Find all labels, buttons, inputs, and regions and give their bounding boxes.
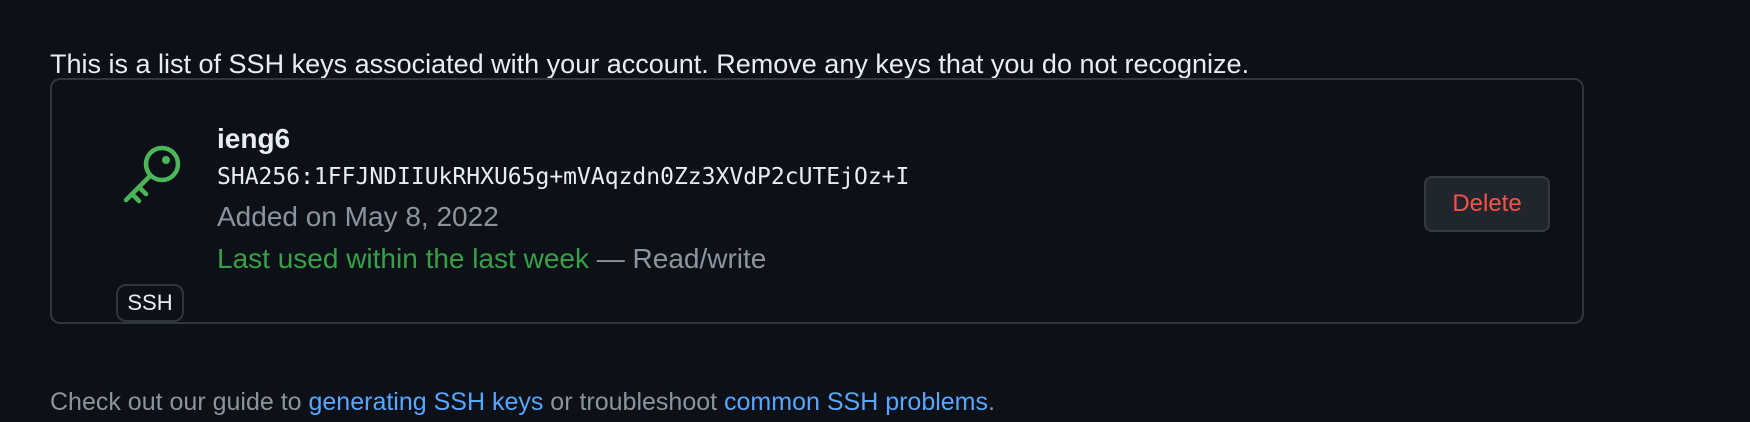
key-icon-group: SSH [116, 142, 188, 322]
generating-ssh-keys-link[interactable]: generating SSH keys [309, 388, 544, 416]
key-details: ieng6 SHA256:1FFJNDIIUkRHXU65g+mVAqzdn0Z… [217, 122, 909, 276]
footer-suffix: . [988, 388, 995, 416]
intro-text: This is a list of SSH keys associated wi… [50, 49, 1250, 79]
key-usage: Last used within the last week — Read/wr… [217, 242, 909, 276]
delete-key-button[interactable]: Delete [1424, 176, 1550, 232]
footer-help-text: Check out our guide to generating SSH ke… [50, 385, 995, 419]
key-last-used: Last used within the last week [217, 243, 589, 274]
footer-middle: or troubleshoot [543, 388, 725, 416]
key-icon [123, 145, 181, 204]
key-access-level: — Read/write [596, 243, 767, 274]
common-ssh-problems-link[interactable]: common SSH problems [724, 388, 988, 416]
key-title: ieng6 [217, 123, 291, 154]
key-added-date: Added on May 8, 2022 [217, 201, 499, 232]
ssh-key-item: SSH ieng6 SHA256:1FFJNDIIUkRHXU65g+mVAqz… [50, 78, 1584, 324]
ssh-type-badge: SSH [116, 284, 184, 322]
key-fingerprint: SHA256:1FFJNDIIUkRHXU65g+mVAqzdn0Zz3XVdP… [217, 164, 910, 190]
footer-prefix: Check out our guide to [50, 388, 309, 416]
